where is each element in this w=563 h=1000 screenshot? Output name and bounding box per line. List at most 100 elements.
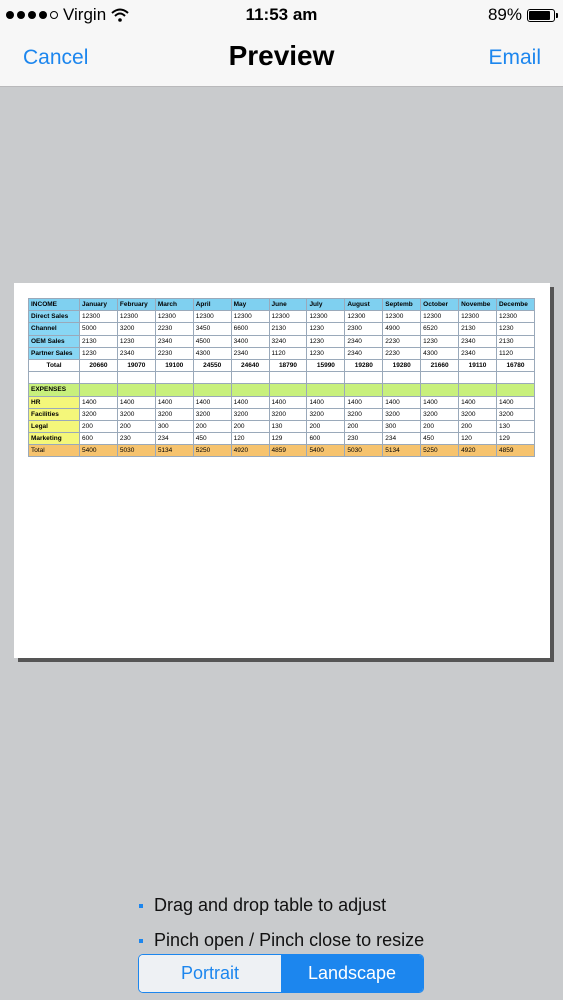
- table-cell[interactable]: 3200: [230, 407, 270, 421]
- table-cell[interactable]: 3200: [154, 407, 194, 421]
- table-cell[interactable]: 15990: [306, 358, 346, 373]
- table-cell[interactable]: 3200: [268, 407, 308, 421]
- row-label-cell[interactable]: Channel: [28, 322, 80, 336]
- table-cell[interactable]: 3200: [495, 407, 536, 421]
- table-cell[interactable]: 130: [495, 419, 536, 434]
- table-cell[interactable]: 4900: [382, 322, 422, 336]
- table-cell[interactable]: 200: [306, 419, 346, 434]
- table-cell[interactable]: [382, 383, 422, 397]
- table-cell[interactable]: 300: [154, 419, 194, 434]
- row-label-cell[interactable]: Total: [28, 444, 80, 458]
- table-cell[interactable]: 120: [458, 432, 497, 446]
- table-cell[interactable]: Decembe: [495, 297, 536, 312]
- email-button[interactable]: Email: [488, 46, 541, 70]
- table-cell[interactable]: 2230: [154, 346, 194, 360]
- table-cell[interactable]: 3200: [116, 322, 156, 336]
- table-cell[interactable]: [154, 371, 194, 385]
- table-cell[interactable]: 1230: [306, 322, 346, 336]
- table-cell[interactable]: [344, 383, 384, 397]
- table-cell[interactable]: 200: [458, 419, 497, 434]
- table-cell[interactable]: 5134: [154, 444, 194, 458]
- table-cell[interactable]: 600: [79, 432, 118, 446]
- table-cell[interactable]: 19110: [458, 358, 497, 373]
- table-cell[interactable]: Novembe: [458, 297, 497, 312]
- table-cell[interactable]: 2340: [458, 346, 497, 360]
- table-cell[interactable]: 1230: [495, 322, 536, 336]
- table-cell[interactable]: 20660: [79, 358, 118, 373]
- table-cell[interactable]: 4920: [230, 444, 270, 458]
- table-cell[interactable]: [116, 383, 156, 397]
- table-cell[interactable]: [79, 371, 118, 385]
- table-cell[interactable]: 1400: [192, 395, 232, 409]
- row-label-cell[interactable]: Legal: [28, 419, 80, 434]
- table-cell[interactable]: 16780: [495, 358, 536, 373]
- row-label-cell[interactable]: [28, 371, 80, 385]
- table-cell[interactable]: 3200: [116, 407, 156, 421]
- table-cell[interactable]: 19280: [344, 358, 384, 373]
- table-cell[interactable]: 1400: [382, 395, 422, 409]
- table-cell[interactable]: 1230: [306, 346, 346, 360]
- table-cell[interactable]: 2230: [382, 334, 422, 348]
- table-cell[interactable]: [79, 383, 118, 397]
- table-cell[interactable]: 230: [344, 432, 384, 446]
- table-cell[interactable]: 19280: [382, 358, 422, 373]
- table-cell[interactable]: 24550: [192, 358, 232, 373]
- table-cell[interactable]: 6520: [420, 322, 460, 336]
- table-cell[interactable]: [306, 371, 346, 385]
- table-cell[interactable]: 1400: [420, 395, 460, 409]
- table-cell[interactable]: 230: [116, 432, 156, 446]
- row-label-cell[interactable]: Marketing: [28, 432, 80, 446]
- table-cell[interactable]: 3200: [344, 407, 384, 421]
- table-cell[interactable]: 1230: [420, 334, 460, 348]
- table-cell[interactable]: 2300: [344, 322, 384, 336]
- table-cell[interactable]: [458, 383, 497, 397]
- table-cell[interactable]: 1400: [306, 395, 346, 409]
- table-cell[interactable]: 200: [344, 419, 384, 434]
- table-cell[interactable]: 234: [154, 432, 194, 446]
- table-cell[interactable]: 1230: [116, 334, 156, 348]
- table-cell[interactable]: 120: [230, 432, 270, 446]
- row-label-cell[interactable]: Total: [28, 358, 80, 373]
- table-cell[interactable]: [154, 383, 194, 397]
- table-cell[interactable]: 12300: [458, 310, 497, 324]
- table-cell[interactable]: 1400: [79, 395, 118, 409]
- table-cell[interactable]: 5250: [192, 444, 232, 458]
- table-cell[interactable]: 18790: [268, 358, 308, 373]
- row-label-cell[interactable]: HR: [28, 395, 80, 409]
- table-cell[interactable]: [306, 383, 346, 397]
- print-preview-page[interactable]: INCOME January February March April May June Ju…: [14, 283, 550, 658]
- table-cell[interactable]: [192, 371, 232, 385]
- table-cell[interactable]: 3200: [306, 407, 346, 421]
- table-cell[interactable]: 1120: [495, 346, 536, 360]
- table-cell[interactable]: 200: [116, 419, 156, 434]
- table-cell[interactable]: 5000: [79, 322, 118, 336]
- table-cell[interactable]: 1400: [495, 395, 536, 409]
- table-cell[interactable]: 2230: [382, 346, 422, 360]
- table-cell[interactable]: 19100: [154, 358, 194, 373]
- table-cell[interactable]: 1230: [79, 346, 118, 360]
- table-cell[interactable]: 450: [420, 432, 460, 446]
- table-cell[interactable]: [495, 371, 536, 385]
- table-cell[interactable]: 5400: [79, 444, 118, 458]
- table-cell[interactable]: October: [420, 297, 460, 312]
- table-cell[interactable]: [268, 371, 308, 385]
- table-cell[interactable]: 19070: [116, 358, 156, 373]
- table-cell[interactable]: 3200: [382, 407, 422, 421]
- table-cell[interactable]: [420, 383, 460, 397]
- table-cell[interactable]: [495, 383, 536, 397]
- table-cell[interactable]: 12300: [230, 310, 270, 324]
- table-cell[interactable]: 4500: [192, 334, 232, 348]
- table-cell[interactable]: 3200: [420, 407, 460, 421]
- table-cell[interactable]: 129: [268, 432, 308, 446]
- table-cell[interactable]: 4859: [495, 444, 536, 458]
- table-cell[interactable]: 200: [79, 419, 118, 434]
- table-cell[interactable]: 6600: [230, 322, 270, 336]
- table-cell[interactable]: 1400: [230, 395, 270, 409]
- table-cell[interactable]: 4300: [192, 346, 232, 360]
- table-cell[interactable]: 2130: [458, 322, 497, 336]
- table-cell[interactable]: February: [116, 297, 156, 312]
- table-cell[interactable]: May: [230, 297, 270, 312]
- table-cell[interactable]: 4920: [458, 444, 497, 458]
- table-cell[interactable]: [420, 371, 460, 385]
- table-cell[interactable]: [382, 371, 422, 385]
